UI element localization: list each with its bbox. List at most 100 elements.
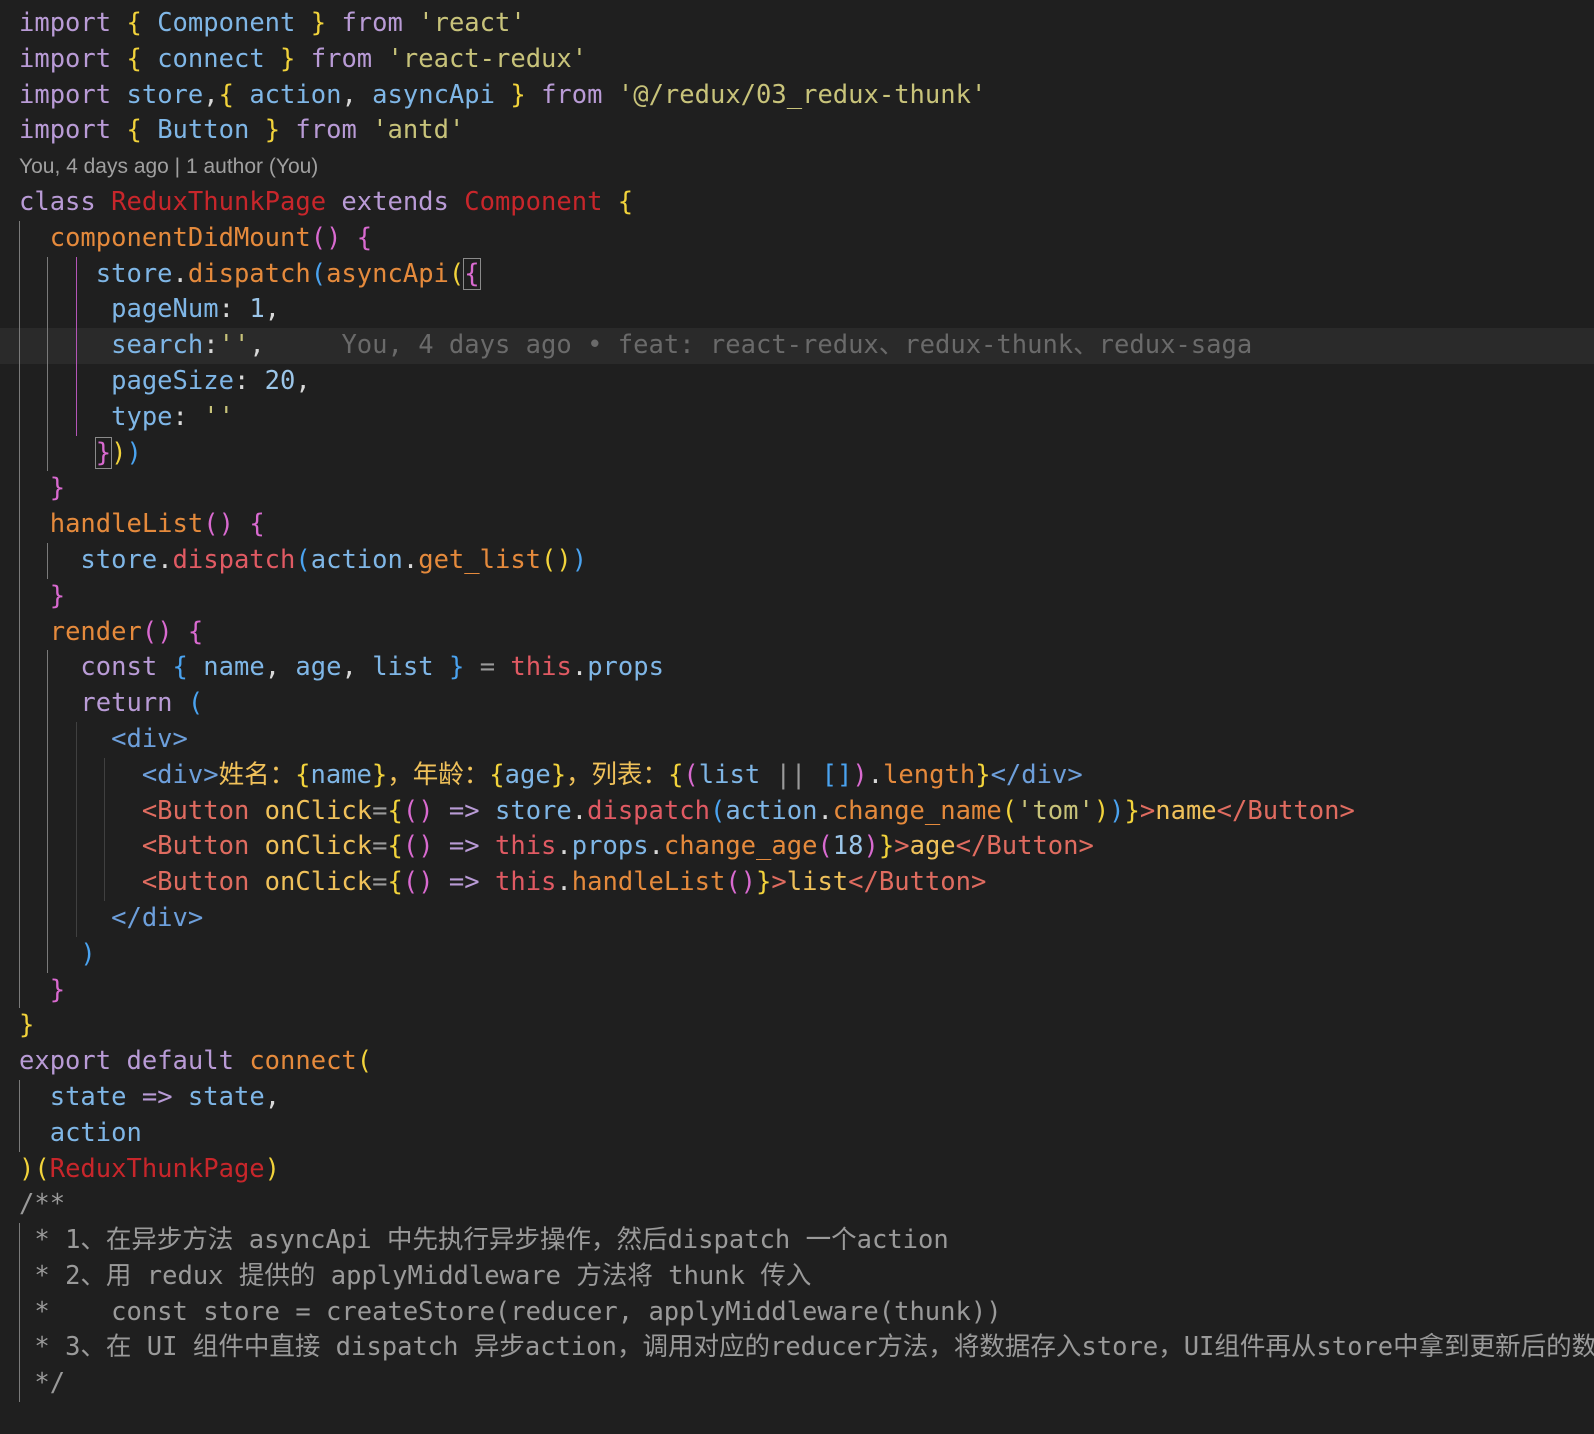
indent-guide: [19, 1366, 20, 1403]
code-line[interactable]: */: [0, 1366, 1594, 1403]
code-line-current[interactable]: search:'', You, 4 days ago • feat: react…: [0, 328, 1594, 364]
code-line[interactable]: store.dispatch(action.get_list()): [0, 542, 1594, 579]
indent-guide: [19, 399, 20, 436]
indent-guide: [104, 829, 105, 866]
code-line[interactable]: componentDidMount() {: [0, 220, 1594, 257]
indent-guide: [19, 829, 20, 866]
indent-guide: [19, 900, 20, 937]
code-line[interactable]: )(ReduxThunkPage): [0, 1152, 1594, 1188]
indent-guide: [19, 292, 20, 329]
code-line[interactable]: import store,{ action, asyncApi } from '…: [0, 78, 1594, 114]
code-line[interactable]: state => state,: [0, 1079, 1594, 1116]
indent-guide: [47, 363, 48, 400]
indent-guide: [104, 793, 105, 830]
indent-guide: [76, 793, 77, 830]
indent-guide: [76, 900, 77, 937]
code-line[interactable]: * 3、在 UI 组件中直接 dispatch 异步action，调用对应的re…: [0, 1330, 1594, 1367]
indent-guide: [47, 256, 48, 293]
code-line[interactable]: export default connect(: [0, 1044, 1594, 1080]
indent-guide: [19, 650, 20, 687]
indent-guide: [19, 1115, 20, 1152]
code-line[interactable]: /**: [0, 1187, 1594, 1223]
code-line[interactable]: class ReduxThunkPage extends Component {: [0, 185, 1594, 221]
indent-guide: [19, 507, 20, 543]
indent-guide: [19, 542, 20, 579]
code-line[interactable]: import { connect } from 'react-redux': [0, 42, 1594, 78]
code-line[interactable]: }: [0, 972, 1594, 1009]
indent-guide: [19, 793, 20, 830]
code-line[interactable]: <Button onClick={() => this.props.change…: [0, 829, 1594, 866]
indent-guide: [19, 972, 20, 1009]
indent-guide: [47, 292, 48, 329]
code-line[interactable]: handleList() {: [0, 507, 1594, 543]
indent-guide: [76, 256, 77, 293]
indent-guide: [19, 256, 20, 293]
indent-guide: [19, 1330, 20, 1367]
indent-guide: [76, 292, 77, 329]
git-blame-codelens[interactable]: You, 4 days ago | 1 author (You): [0, 149, 1594, 185]
indent-guide: [76, 399, 77, 436]
indent-guide: [47, 865, 48, 901]
indent-guide: [76, 328, 77, 364]
code-line[interactable]: pageSize: 20,: [0, 363, 1594, 400]
indent-guide: [76, 829, 77, 866]
code-line[interactable]: </div>: [0, 900, 1594, 937]
code-line[interactable]: <Button onClick={() => this.handleList()…: [0, 865, 1594, 901]
indent-guide: [19, 220, 20, 257]
code-line[interactable]: * 1、在异步方法 asyncApi 中先执行异步操作，然后dispatch 一…: [0, 1223, 1594, 1259]
indent-guide: [19, 363, 20, 400]
code-line[interactable]: store.dispatch(asyncApi({: [0, 256, 1594, 293]
indent-guide: [47, 829, 48, 866]
indent-guide: [19, 936, 20, 973]
indent-guide: [47, 900, 48, 937]
indent-guide: [47, 721, 48, 758]
code-line[interactable]: <div>: [0, 721, 1594, 758]
code-line[interactable]: import { Button } from 'antd': [0, 113, 1594, 149]
indent-guide: [47, 328, 48, 364]
indent-guide: [47, 757, 48, 794]
indent-guide: [19, 435, 20, 472]
indent-guide: [47, 650, 48, 687]
code-line[interactable]: ): [0, 936, 1594, 973]
code-line[interactable]: }: [0, 578, 1594, 615]
indent-guide: [47, 435, 48, 472]
indent-guide: [19, 328, 20, 364]
code-line[interactable]: render() {: [0, 614, 1594, 651]
code-line[interactable]: const { name, age, list } = this.props: [0, 650, 1594, 687]
indent-guide: [19, 1223, 20, 1259]
code-line[interactable]: return (: [0, 686, 1594, 722]
code-line[interactable]: * const store = createStore(reducer, app…: [0, 1294, 1594, 1331]
indent-guide: [19, 686, 20, 722]
indent-guide: [19, 721, 20, 758]
indent-guide: [47, 542, 48, 579]
indent-guide: [47, 399, 48, 436]
code-line[interactable]: import { Component } from 'react': [0, 6, 1594, 42]
indent-guide: [47, 936, 48, 973]
indent-guide: [47, 793, 48, 830]
code-line[interactable]: <Button onClick={() => store.dispatch(ac…: [0, 793, 1594, 830]
indent-guide: [76, 721, 77, 758]
code-line[interactable]: pageNum: 1,: [0, 292, 1594, 329]
indent-guide: [76, 757, 77, 794]
code-line[interactable]: }: [0, 1008, 1594, 1044]
inline-git-blame: You, 4 days ago • feat: react-redux、redu…: [341, 330, 1253, 361]
indent-guide: [104, 757, 105, 794]
indent-guide: [76, 865, 77, 901]
indent-guide: [104, 865, 105, 901]
indent-guide: [19, 578, 20, 615]
indent-guide: [19, 1258, 20, 1295]
code-editor[interactable]: import { Component } from 'react' import…: [0, 6, 1594, 1403]
indent-guide: [19, 614, 20, 651]
indent-guide: [47, 686, 48, 722]
code-line[interactable]: action: [0, 1115, 1594, 1152]
code-line[interactable]: type: '': [0, 399, 1594, 436]
code-line[interactable]: * 2、用 redux 提供的 applyMiddleware 方法将 thun…: [0, 1258, 1594, 1295]
indent-guide: [19, 1079, 20, 1116]
indent-guide: [19, 865, 20, 901]
code-line[interactable]: }: [0, 471, 1594, 508]
indent-guide: [76, 363, 77, 400]
code-line[interactable]: <div>姓名：{name}，年龄：{age}，列表：{(list || [])…: [0, 757, 1594, 794]
indent-guide: [19, 1294, 20, 1331]
indent-guide: [19, 757, 20, 794]
code-line[interactable]: })): [0, 435, 1594, 472]
